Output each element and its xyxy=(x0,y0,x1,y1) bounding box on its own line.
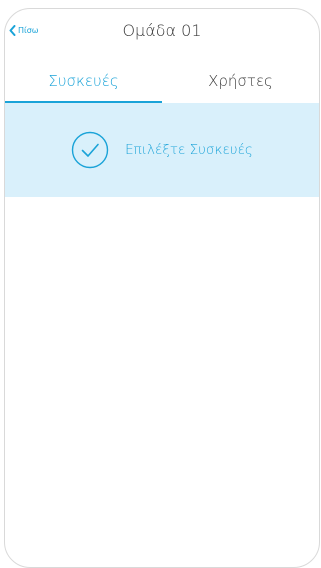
tab-devices[interactable]: Συσκευές xyxy=(5,61,162,103)
page-title: Ομάδα 01 xyxy=(122,21,202,40)
select-devices-banner[interactable]: Επιλέξτε Συσκευές xyxy=(5,103,319,197)
tab-users[interactable]: Χρήστες xyxy=(162,61,319,103)
banner-text: Επιλέξτε Συσκευές xyxy=(125,142,253,158)
check-circle-icon xyxy=(71,131,109,169)
header: Πίσω Ομάδα 01 xyxy=(5,9,319,55)
tab-bar: Συσκευές Χρήστες xyxy=(5,61,319,103)
phone-frame: Πίσω Ομάδα 01 Συσκευές Χρήστες Επιλέξτε … xyxy=(4,8,320,568)
